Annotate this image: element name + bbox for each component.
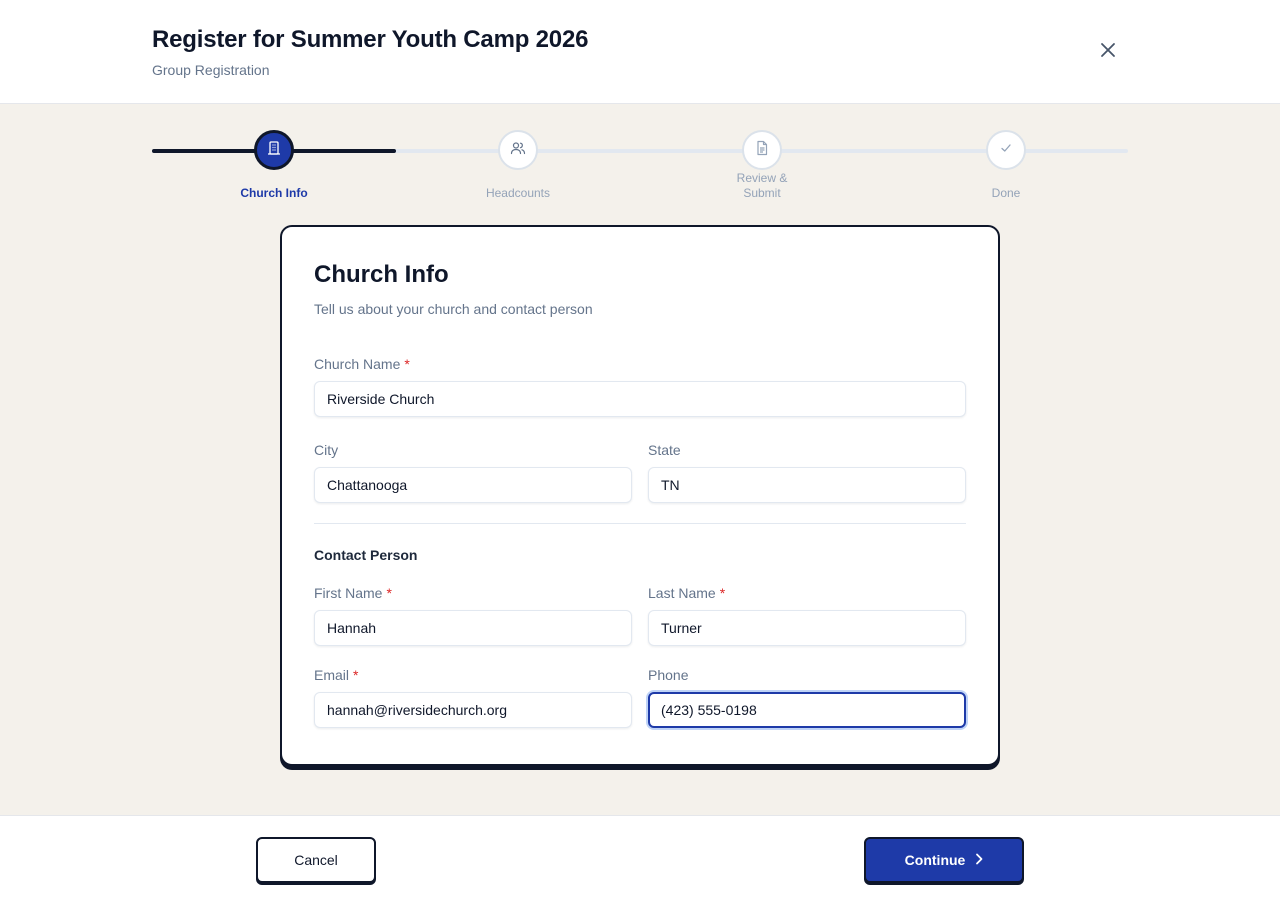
step-done: Done [884, 128, 1128, 208]
progress-stepper: Church Info Headcounts Review & Submit D… [152, 128, 1128, 208]
phone-label: Phone [648, 667, 689, 683]
building-icon [266, 140, 282, 161]
required-marker: * [719, 585, 726, 601]
step-label: Headcounts [485, 186, 551, 200]
continue-button[interactable]: Continue [864, 837, 1024, 883]
email-label: Email * [314, 667, 358, 683]
state-label: State [648, 442, 681, 458]
card-description: Tell us about your church and contact pe… [314, 301, 593, 317]
check-icon [999, 141, 1013, 160]
close-button[interactable] [1094, 38, 1122, 66]
step-label: Church Info [240, 186, 308, 200]
state-input[interactable] [648, 467, 966, 503]
cancel-button[interactable]: Cancel [256, 837, 376, 883]
label-text: Church Name [314, 356, 401, 372]
document-icon [754, 140, 770, 161]
section-divider [314, 523, 966, 524]
card-title: Church Info [314, 261, 449, 288]
city-input[interactable] [314, 467, 632, 503]
step-circle [986, 130, 1026, 170]
phone-input[interactable] [648, 692, 966, 728]
step-label: Done [991, 186, 1021, 200]
required-marker: * [404, 356, 410, 372]
email-input[interactable] [314, 692, 632, 728]
last-name-label: Last Name * [648, 585, 725, 601]
step-label-line: Review & [736, 171, 788, 185]
page-title: Register for Summer Youth Camp 2026 [152, 26, 589, 53]
required-marker: * [353, 667, 359, 683]
step-circle [254, 130, 294, 170]
step-church-info: Church Info [152, 128, 396, 208]
step-circle [498, 130, 538, 170]
step-review-submit: Review & Submit [640, 128, 884, 208]
step-label-line: Submit [743, 186, 781, 200]
dialog-header: Register for Summer Youth Camp 2026 Grou… [0, 0, 1280, 104]
step-circle [742, 130, 782, 170]
first-name-input[interactable] [314, 610, 632, 646]
contact-section-title: Contact Person [314, 547, 418, 563]
step-headcounts: Headcounts [396, 128, 640, 208]
dialog-footer: Cancel Continue [0, 815, 1280, 900]
first-name-label: First Name * [314, 585, 392, 601]
users-icon [510, 140, 526, 161]
close-icon [1100, 42, 1116, 63]
label-text: First Name [314, 585, 383, 601]
continue-label: Continue [904, 852, 966, 868]
church-name-input[interactable] [314, 381, 966, 417]
city-label: City [314, 442, 339, 458]
church-name-label: Church Name * [314, 356, 410, 372]
label-text: Last Name [648, 585, 716, 601]
page-subtitle: Group Registration [152, 62, 270, 78]
required-marker: * [386, 585, 392, 601]
label-text: Email [314, 667, 350, 683]
last-name-input[interactable] [648, 610, 966, 646]
chevron-right-icon [975, 852, 983, 868]
step-label: Review & Submit [640, 171, 884, 201]
church-info-card: Church Info Tell us about your church an… [280, 225, 1000, 766]
